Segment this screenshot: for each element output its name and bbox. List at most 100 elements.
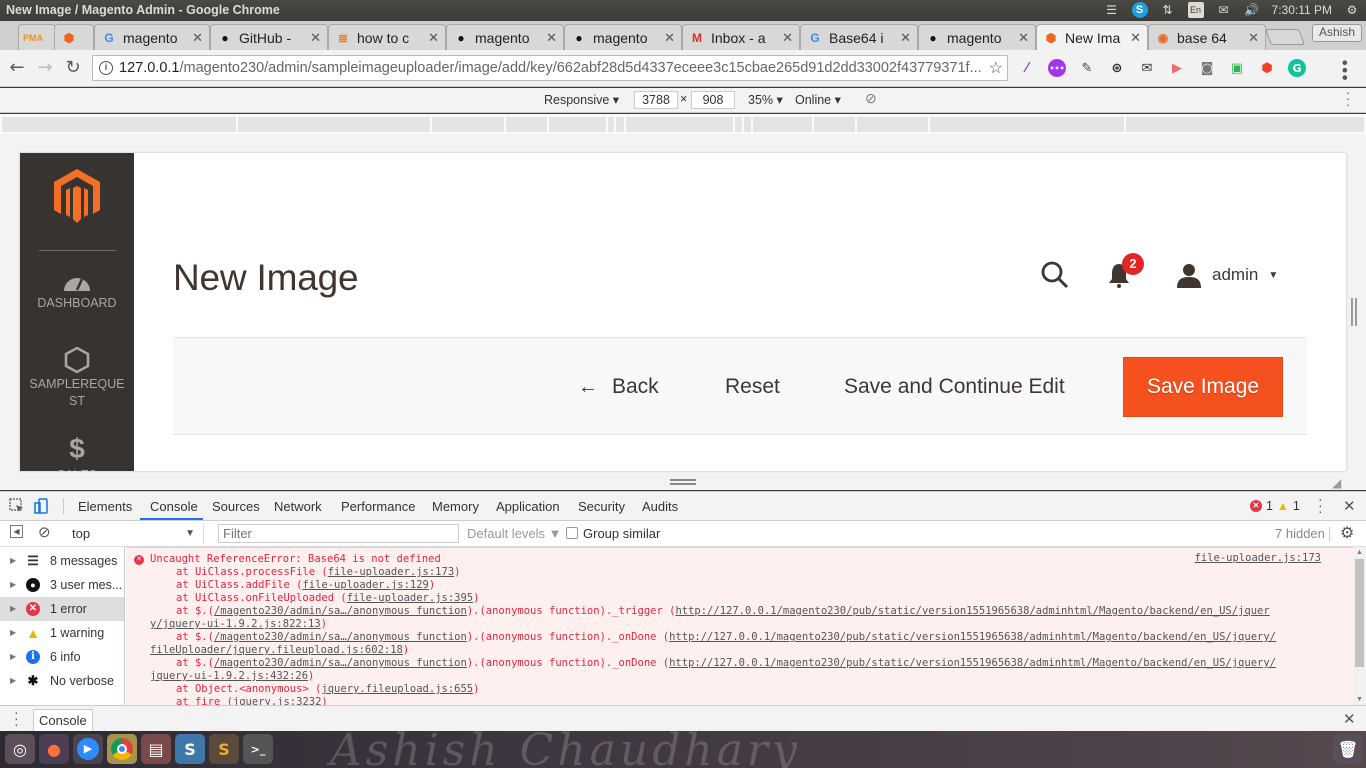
stack-frame-link[interactable]: file-uploader.js:395 (347, 592, 473, 604)
tab-close-icon[interactable]: ✕ (310, 30, 321, 46)
throttle-select[interactable]: Online ▾ (795, 92, 841, 107)
chrome-icon[interactable] (107, 734, 137, 764)
tab-audits[interactable]: Audits (642, 499, 678, 514)
devtools-close-icon[interactable]: ✕ (1343, 497, 1356, 515)
reset-button[interactable]: Reset (725, 358, 780, 416)
browser-tab[interactable]: PMA (18, 24, 56, 50)
reload-icon[interactable]: ↻ (62, 57, 84, 79)
browser-tab[interactable]: ● magento ✕ (446, 24, 564, 50)
inspect-element-icon[interactable] (9, 498, 25, 514)
drawer-tab-console[interactable]: Console (33, 709, 93, 733)
console-scrollbar[interactable]: ▲ ▼ (1353, 547, 1366, 705)
browser-tab[interactable]: M Inbox - a ✕ (682, 24, 800, 50)
openai-extension-icon[interactable]: ⊛ (1108, 59, 1126, 77)
files-icon[interactable]: ▤ (141, 734, 171, 764)
group-similar-checkbox[interactable] (566, 527, 578, 539)
stack-frame-url-link[interactable]: http://127.0.0.1/magento230/pub/static/v… (669, 631, 1276, 643)
device-more-icon[interactable]: · · · (1346, 86, 1350, 111)
mail-extension-icon[interactable]: ✉ (1138, 59, 1156, 77)
tab-sources[interactable]: Sources (212, 499, 260, 514)
save-image-button[interactable]: Save Image (1124, 358, 1283, 416)
tab-close-icon[interactable]: ✕ (546, 30, 557, 46)
clock[interactable]: 7:30:11 PM (1272, 3, 1332, 17)
console-filter-input[interactable] (218, 524, 459, 543)
clear-console-icon[interactable]: ⊘ (38, 523, 51, 541)
back-arrow-icon[interactable]: ← (6, 57, 28, 79)
media-query-strip[interactable] (2, 117, 1364, 132)
stack-frame-link[interactable]: /magento230/admin/sa…/anonymous function (214, 605, 467, 617)
magento-logo[interactable] (54, 169, 100, 223)
sidebar-item-dashboard[interactable]: DASHBOARD (20, 271, 134, 312)
sidebar-item-samplerequest[interactable]: SAMPLEREQUE ST (20, 346, 134, 410)
tab-application[interactable]: Application (496, 499, 560, 514)
browser-tab[interactable]: ≣ how to c ✕ (328, 24, 446, 50)
stack-frame-url-link[interactable]: http://127.0.0.1/magento230/pub/static/v… (669, 657, 1276, 669)
zoom-icon[interactable]: ▶ (73, 734, 103, 764)
sidebar-item-sales[interactable]: $ SALES (20, 433, 134, 471)
grammarly-extension-icon[interactable]: G (1288, 59, 1306, 77)
chrome-menu-icon[interactable]: ••• (1335, 58, 1354, 80)
forward-arrow-icon[interactable]: → (34, 57, 56, 79)
sidebar-item-warnings[interactable]: ▶ ▲ 1 warning (0, 621, 124, 645)
viewport-height-input[interactable]: 908 (691, 91, 735, 109)
firefox-icon[interactable]: ● (39, 734, 69, 764)
scroll-up-arrow-icon[interactable]: ▲ (1356, 549, 1363, 556)
tab-close-icon[interactable]: ✕ (1130, 30, 1141, 46)
sublime-icon[interactable]: S (209, 734, 239, 764)
zoom-select[interactable]: 35% ▾ (748, 92, 783, 107)
browser-tab[interactable]: ● magento ✕ (918, 24, 1036, 50)
console-settings-gear-icon[interactable]: ⚙ (1340, 523, 1354, 543)
search-icon[interactable] (1040, 260, 1070, 290)
ubuntu-icon[interactable]: ◎ (5, 734, 35, 764)
drawer-close-icon[interactable]: ✕ (1343, 710, 1356, 728)
browser-tab[interactable]: G magento ✕ (94, 24, 210, 50)
tab-network[interactable]: Network (274, 499, 322, 514)
tab-elements[interactable]: Elements (78, 499, 132, 514)
tab-performance[interactable]: Performance (341, 499, 415, 514)
devtools-more-icon[interactable]: · · · (1318, 492, 1323, 518)
tab-close-icon[interactable]: ✕ (192, 30, 203, 46)
rotate-icon[interactable]: ⊘ (865, 90, 877, 107)
stack-frame-link[interactable]: file-uploader.js:173 (328, 566, 454, 578)
browser-tab[interactable]: ● magento ✕ (564, 24, 682, 50)
stack-frame-link[interactable]: jquery.js:3232 (233, 696, 322, 705)
profile-button[interactable]: Ashish (1311, 24, 1362, 42)
list-indicator-icon[interactable]: ☰ (1104, 2, 1120, 18)
device-toolbar-toggle-icon[interactable] (34, 498, 50, 514)
viewport-corner-resize-handle[interactable]: ◢ (1332, 476, 1341, 490)
browser-tab[interactable]: ● GitHub - ✕ (210, 24, 328, 50)
stack-frame-link[interactable]: /magento230/admin/sa…/anonymous function (214, 657, 467, 669)
context-select[interactable]: top ▼ (66, 524, 204, 544)
stack-frame-link[interactable]: /magento230/admin/sa…/anonymous function (214, 631, 467, 643)
camera-extension-icon[interactable]: ◙ (1198, 59, 1216, 77)
browser-tab[interactable]: ⬢ (54, 24, 94, 50)
sidebar-item-errors[interactable]: ▶ ✕ 1 error (0, 597, 124, 621)
log-levels-select[interactable]: Default levels ▼ (467, 526, 562, 541)
browser-tab[interactable]: G Base64 i ✕ (800, 24, 918, 50)
terminal-icon[interactable]: >_ (243, 734, 273, 764)
viewport-width-input[interactable]: 3788 (634, 91, 678, 109)
quill-extension-icon[interactable]: ⁄ (1018, 59, 1036, 77)
tab-close-icon[interactable]: ✕ (428, 30, 439, 46)
browser-tab[interactable]: ◉ base 64 ✕ (1148, 24, 1266, 50)
sidebar-toggle-icon[interactable]: ◂ (10, 525, 23, 538)
purple-extension-icon[interactable]: ••• (1048, 59, 1066, 77)
skype-icon[interactable]: S (175, 734, 205, 764)
drawer-menu-icon[interactable]: · · · (14, 705, 19, 731)
error-source-link[interactable]: file-uploader.js:173 (1195, 552, 1321, 564)
address-bar[interactable]: i 127.0.0.1/magento230/admin/sampleimage… (92, 55, 1008, 81)
viewport-right-resize-handle[interactable] (1351, 298, 1357, 326)
back-button[interactable]: ← Back (578, 358, 659, 416)
magento-extension-icon[interactable]: ⬢ (1258, 59, 1276, 77)
stack-frame-url-link[interactable]: fileUploader/jquery.fileupload.js:602:18 (150, 644, 403, 656)
trash-icon[interactable]: 🗑 (1333, 734, 1363, 764)
sidebar-item-info[interactable]: ▶ i 6 info (0, 645, 124, 669)
cast-extension-icon[interactable]: ▶ (1168, 59, 1186, 77)
keyboard-layout-indicator[interactable]: En (1187, 2, 1204, 18)
issue-counts[interactable]: ✕ 1 ▲ 1 (1250, 499, 1300, 513)
stack-frame-link[interactable]: file-uploader.js:129 (302, 579, 428, 591)
bookmark-star-icon[interactable]: ☆ (989, 58, 1003, 78)
stack-frame-link[interactable]: jquery.fileupload.js:655 (321, 683, 473, 695)
tab-memory[interactable]: Memory (432, 499, 479, 514)
stack-frame-url-link[interactable]: jquery-ui-1.9.2.js:432:26 (150, 670, 308, 682)
